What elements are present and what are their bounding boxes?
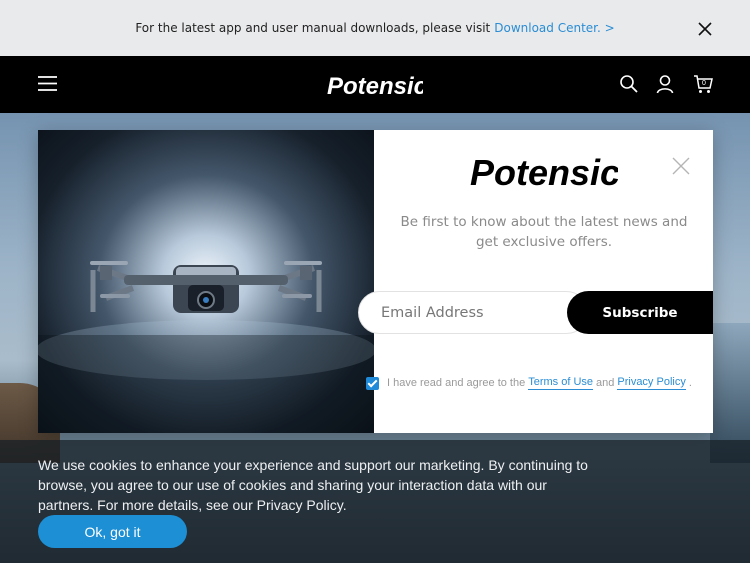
newsletter-modal: Potensic Be first to know about the late… [38,130,713,433]
agree-prefix: I have read and agree to the [387,377,526,389]
terms-of-use-link[interactable]: Terms of Use [528,376,594,390]
modal-logo-text: Potensic [470,152,618,192]
site-logo[interactable]: Potensic [327,70,423,100]
announcement-bar: For the latest app and user manual downl… [0,0,750,56]
close-icon[interactable] [698,22,712,36]
agree-and: and [596,377,615,389]
privacy-policy-link[interactable]: Privacy Policy [617,376,686,390]
cookie-text: We use cookies to enhance your experienc… [38,457,588,513]
cart-icon[interactable]: 0 [693,74,713,94]
drone-image [38,130,374,433]
terms-agreement: I have read and agree to the Terms of Us… [366,376,692,390]
logo-text: Potensic [327,73,423,100]
header-nav: Potensic 0 [0,56,750,113]
cookie-banner: We use cookies to enhance your experienc… [0,440,750,563]
accept-cookies-button[interactable]: Ok, got it [38,515,187,548]
email-field[interactable] [358,291,588,334]
close-icon[interactable] [672,157,690,175]
menu-icon[interactable] [38,76,57,91]
subscribe-button[interactable]: Subscribe [567,291,713,334]
account-icon[interactable] [655,74,675,94]
announcement-text: For the latest app and user manual downl… [135,21,491,35]
download-center-link[interactable]: Download Center. > [494,21,614,35]
search-icon[interactable] [619,74,639,94]
modal-tagline: Be first to know about the latest news a… [400,214,688,250]
modal-logo: Potensic [470,152,618,192]
cart-count: 0 [702,80,706,87]
agree-checkbox[interactable] [366,376,379,390]
agree-suffix: . [688,377,692,389]
